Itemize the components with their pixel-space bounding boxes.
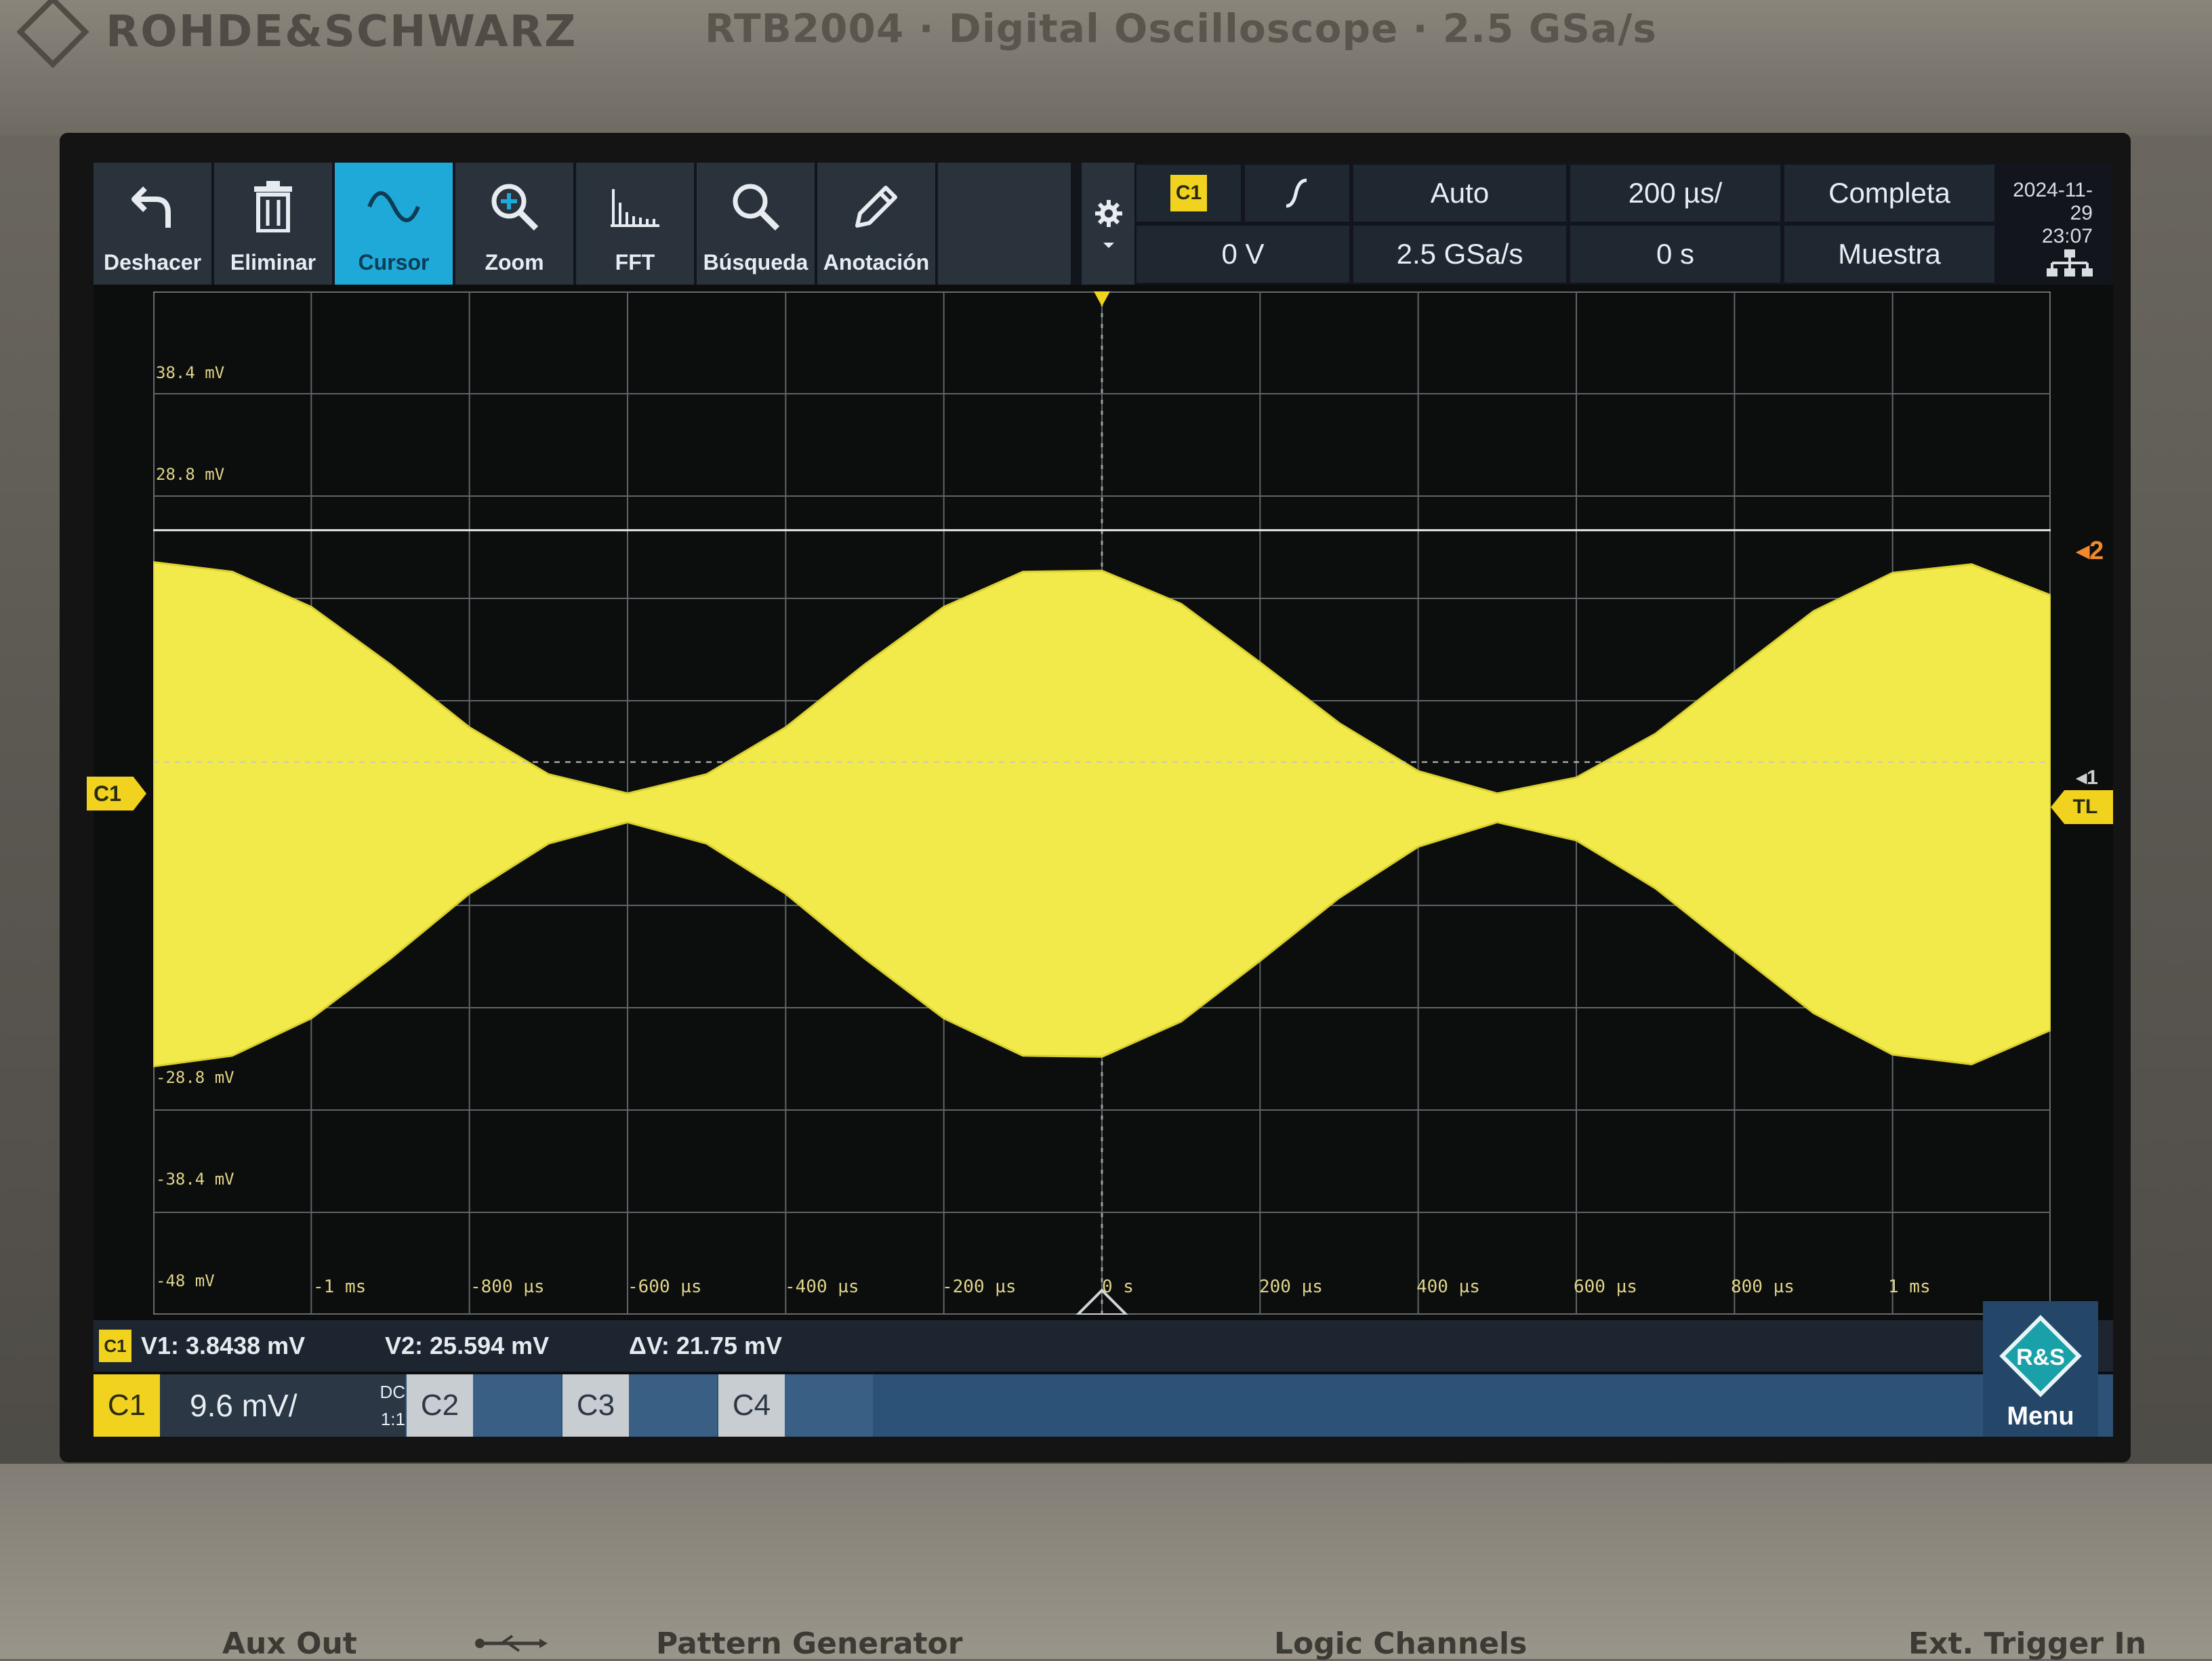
trigger-mode-cell[interactable]: Auto xyxy=(1351,163,1568,224)
cursor-label: Cursor xyxy=(358,250,430,274)
zoom-label: Zoom xyxy=(485,250,544,274)
cursor-readout-bar: C1 V1: 3.8438 mV V2: 25.594 mV ΔV: 21.75… xyxy=(94,1320,2113,1372)
zoom-button[interactable]: Zoom xyxy=(455,163,576,285)
y-tick-label: -28.8 mV xyxy=(156,1068,234,1087)
acquisition-type-cell[interactable]: Muestra xyxy=(1782,224,1996,285)
probe-ratio-text: 1:1 xyxy=(380,1409,405,1429)
channel-1-coupling: DC 1:1 xyxy=(356,1378,405,1433)
channel-offset-marker[interactable]: C1 xyxy=(87,777,146,811)
x-tick-label: 1 ms xyxy=(1888,1277,1931,1297)
annotation-label: Anotación xyxy=(823,250,930,274)
cursor-1-number: 1 xyxy=(2087,766,2098,789)
channel-3-name: C3 xyxy=(562,1374,629,1437)
delete-label: Eliminar xyxy=(230,250,316,274)
network-icon[interactable] xyxy=(2047,249,2093,276)
search-icon xyxy=(733,184,780,231)
fft-label: FFT xyxy=(615,250,655,274)
y-tick-label: 28.8 mV xyxy=(156,465,225,484)
undo-label: Deshacer xyxy=(103,250,202,274)
trigger-source-badge: C1 xyxy=(1170,175,1207,211)
settings-button[interactable] xyxy=(1082,163,1136,285)
x-tick-label: 200 µs xyxy=(1259,1277,1323,1297)
x-tick-label: -600 µs xyxy=(628,1277,702,1297)
search-button[interactable]: Búsqueda xyxy=(697,163,817,285)
toolbar-empty-slot xyxy=(938,163,1073,285)
model-label: RTB2004 · Digital Oscilloscope · 2.5 GSa… xyxy=(705,5,1657,52)
pattern-generator-label: Pattern Generator xyxy=(656,1626,963,1661)
brand-label: ROHDE&SCHWARZ xyxy=(16,0,577,68)
horizontal-position-cell[interactable]: 0 s xyxy=(1568,224,1782,285)
zoom-icon xyxy=(491,184,539,231)
toolbar: Deshacer Eliminar Cursor Zoom FFT Búsque… xyxy=(94,163,2113,285)
channel-4-name: C4 xyxy=(718,1374,785,1437)
waveform-display[interactable]: 38.4 mV 28.8 mV -28.8 mV -38.4 mV -48 mV… xyxy=(153,291,2104,1315)
trigger-level-cell[interactable]: 0 V xyxy=(1134,224,1351,285)
menu-label: Menu xyxy=(2007,1402,2074,1431)
x-tick-label: -400 µs xyxy=(785,1277,859,1297)
cursor-1-tag[interactable]: ◂1 xyxy=(2076,766,2098,790)
sample-rate-cell[interactable]: 2.5 GSa/s xyxy=(1351,224,1568,285)
acquisition-mode-cell[interactable]: Completa xyxy=(1782,163,1996,224)
undo-button[interactable]: Deshacer xyxy=(94,163,214,285)
time-text: 23:07 xyxy=(2041,225,2093,247)
channel-4-box[interactable]: C4 xyxy=(718,1374,873,1437)
datetime-display: 2024-11-29 23:07 xyxy=(1991,179,2093,248)
channel-1-box[interactable]: C1 9.6 mV/ DC 1:1 xyxy=(94,1374,405,1437)
readout-source-badge: C1 xyxy=(99,1330,131,1362)
x-tick-label: -1 ms xyxy=(313,1277,367,1297)
trigger-source-cell[interactable]: C1 xyxy=(1134,163,1243,224)
instrument-bezel-top: ROHDE&SCHWARZ RTB2004 · Digital Oscillos… xyxy=(0,0,2212,136)
annotation-button[interactable]: Anotación xyxy=(817,163,938,285)
v2-readout: V2: 25.594 mV xyxy=(385,1332,550,1359)
usb-icon xyxy=(475,1635,548,1652)
timebase-cell[interactable]: 200 µs/ xyxy=(1568,163,1782,224)
aux-out-label: Aux Out xyxy=(222,1626,357,1661)
cursor-wave-icon xyxy=(367,191,420,222)
x-tick-label: 600 µs xyxy=(1574,1277,1637,1297)
y-tick-label: -38.4 mV xyxy=(156,1170,234,1189)
delta-v-readout: ΔV: 21.75 mV xyxy=(629,1332,783,1359)
fft-button[interactable]: FFT xyxy=(576,163,697,285)
delete-button[interactable]: Eliminar xyxy=(214,163,335,285)
cursor-button[interactable]: Cursor xyxy=(335,163,455,285)
pencil-icon xyxy=(855,186,897,228)
menu-button[interactable]: R&S Menu xyxy=(1983,1301,2098,1437)
channel-3-box[interactable]: C3 xyxy=(562,1374,717,1437)
coupling-text: DC xyxy=(380,1382,405,1402)
brand-text: ROHDE&SCHWARZ xyxy=(106,7,577,57)
channel-2-name: C2 xyxy=(407,1374,473,1437)
date-text: 2024-11-29 xyxy=(2013,179,2093,224)
x-tick-label: 400 µs xyxy=(1416,1277,1480,1297)
channel-1-scale: 9.6 mV/ xyxy=(190,1388,298,1423)
oscilloscope-screen: Deshacer Eliminar Cursor Zoom FFT Búsque… xyxy=(87,163,2113,1437)
rs-logo-icon xyxy=(16,0,89,68)
channel-bar: C1 9.6 mV/ DC 1:1 C2 C3 C4 xyxy=(94,1374,2113,1437)
search-label: Búsqueda xyxy=(703,250,808,274)
x-tick-label: 0 s xyxy=(1102,1277,1134,1297)
rs-logo-icon: R&S xyxy=(1999,1315,2082,1397)
fft-icon xyxy=(611,189,659,227)
rs-logo-text: R&S xyxy=(2016,1345,2065,1370)
channel-2-box[interactable]: C2 xyxy=(407,1374,561,1437)
trash-icon xyxy=(254,181,292,232)
y-tick-label: -48 mV xyxy=(156,1271,215,1290)
x-tick-label: -800 µs xyxy=(470,1277,545,1297)
cursor-2-number: 2 xyxy=(2089,537,2104,565)
rising-edge-icon xyxy=(1286,178,1307,208)
channel-1-name: C1 xyxy=(94,1374,160,1437)
trigger-level-marker[interactable]: TL xyxy=(2051,790,2113,824)
y-tick-label: 38.4 mV xyxy=(156,363,225,382)
x-tick-label: 800 µs xyxy=(1731,1277,1795,1297)
undo-icon xyxy=(131,186,171,228)
logic-channels-label: Logic Channels xyxy=(1274,1626,1528,1661)
v1-readout: V1: 3.8438 mV xyxy=(141,1332,306,1359)
x-tick-label: -200 µs xyxy=(942,1277,1017,1297)
gear-icon xyxy=(1095,200,1122,248)
trigger-slope-cell[interactable] xyxy=(1243,163,1351,224)
ext-trigger-in-label: Ext. Trigger In xyxy=(1908,1626,2147,1661)
waveform-svg xyxy=(153,291,2051,1315)
cursor-2-tag[interactable]: ◂2 xyxy=(2076,535,2104,566)
